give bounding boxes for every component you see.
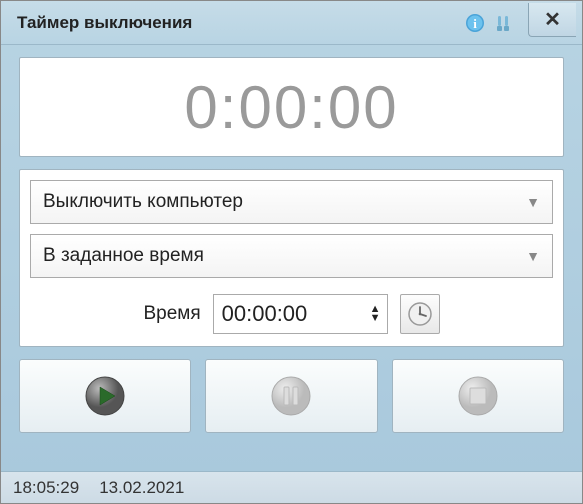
play-icon [83,374,127,418]
settings-icon[interactable] [492,12,514,34]
controls-row [19,359,564,433]
play-button[interactable] [19,359,191,433]
pause-icon [269,374,313,418]
chevron-down-icon: ▼ [526,248,540,264]
status-date: 13.02.2021 [99,478,184,498]
action-dropdown[interactable]: Выключить компьютер ▼ [30,180,553,224]
pause-button[interactable] [205,359,377,433]
time-row: Время ▲ ▼ [30,294,553,334]
mode-dropdown[interactable]: В заданное время ▼ [30,234,553,278]
titlebar: Таймер выключения i ✕ [1,1,582,45]
set-now-button[interactable] [400,294,440,334]
window-title: Таймер выключения [17,13,464,33]
settings-panel: Выключить компьютер ▼ В заданное время ▼… [19,169,564,347]
time-input[interactable] [214,297,364,331]
chevron-down-icon: ▼ [526,194,540,210]
title-icons: i ✕ [464,8,582,37]
close-icon: ✕ [544,7,561,32]
content-area: 0:00:00 Выключить компьютер ▼ В заданное… [1,45,582,471]
svg-text:i: i [473,16,477,31]
time-input-wrap: ▲ ▼ [213,294,388,334]
mode-dropdown-label: В заданное время [43,245,526,267]
statusbar: 18:05:29 13.02.2021 [1,471,582,503]
app-window: Таймер выключения i ✕ 0:00:00 Выключ [0,0,583,504]
time-label: Время [143,303,200,325]
spinner-down-icon[interactable]: ▼ [370,314,381,323]
stop-icon [456,374,500,418]
close-button[interactable]: ✕ [528,3,576,37]
status-time: 18:05:29 [13,478,79,498]
clock-icon [406,300,434,328]
action-dropdown-label: Выключить компьютер [43,191,526,213]
info-icon[interactable]: i [464,12,486,34]
stop-button[interactable] [392,359,564,433]
timer-display: 0:00:00 [19,57,564,157]
time-spinner: ▲ ▼ [364,305,387,323]
